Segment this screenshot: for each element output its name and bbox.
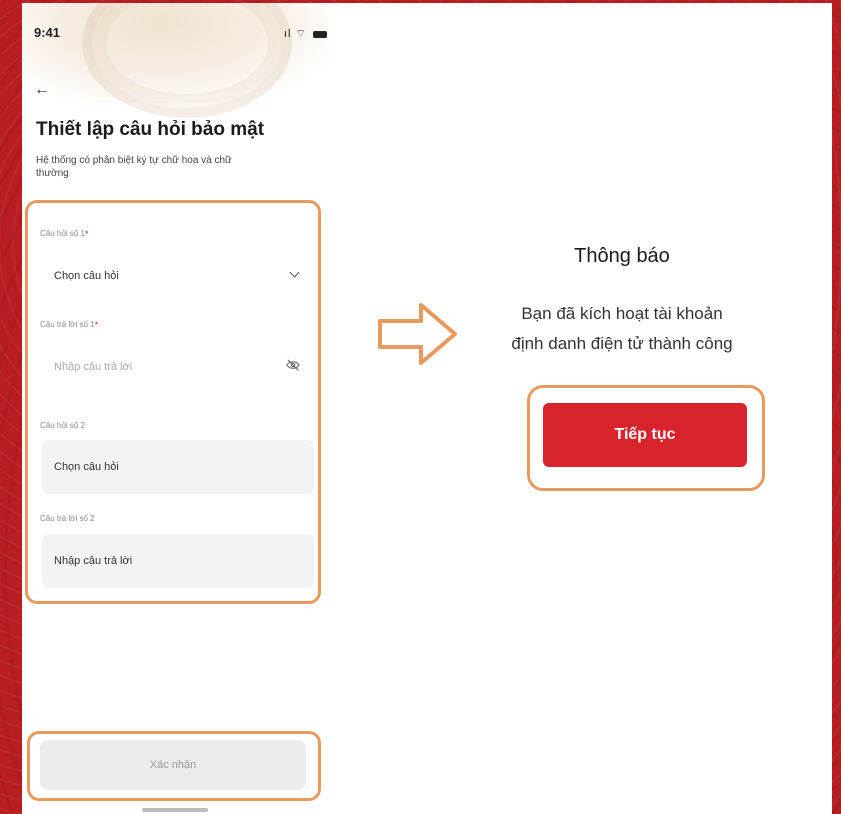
- page-subtitle: Hệ thống có phân biệt ký tự chữ hoa và c…: [36, 155, 232, 179]
- emblem-watermark: [82, 3, 292, 118]
- continue-button[interactable]: Tiếp tục: [543, 403, 747, 467]
- header-banner: [22, 3, 330, 118]
- question-2-label: Câu hỏi số 2: [40, 421, 85, 430]
- home-indicator: [142, 808, 208, 812]
- notice-message: Bạn đã kích hoạt tài khoản định danh điệ…: [472, 299, 772, 359]
- status-icons: ıl ⌔: [284, 27, 327, 41]
- question-1-value: Chọn câu hỏi: [54, 270, 119, 282]
- signal-icon: ıl ⌔: [284, 28, 307, 40]
- required-mark: *: [94, 320, 99, 330]
- question-2-value: Chọn câu hỏi: [54, 461, 119, 473]
- answer-2-input[interactable]: Nhập câu trả lời: [42, 534, 314, 588]
- phone-screen: 9:41 ıl ⌔ ← Thiết lập câu hỏi bảo mật Hệ…: [22, 3, 330, 814]
- answer-1-label: Câu trả lời số 1*: [40, 320, 98, 330]
- status-time: 9:41: [34, 25, 61, 40]
- confirm-button[interactable]: Xác nhận: [40, 740, 306, 790]
- notice-message-line-2: định danh điện tử thành công: [511, 334, 733, 353]
- eye-off-icon[interactable]: [286, 358, 300, 372]
- answer-1-input[interactable]: Nhập câu trả lời: [42, 340, 314, 394]
- question-1-label-text: Câu hỏi số 1: [40, 229, 85, 238]
- chevron-down-icon: [289, 267, 300, 278]
- page-title: Thiết lập câu hỏi bảo mật: [36, 119, 265, 140]
- notice-message-line-1: Bạn đã kích hoạt tài khoản: [521, 304, 723, 323]
- right-arrow-icon: [378, 303, 457, 365]
- answer-1-label-text: Câu trả lời số 1: [40, 320, 95, 329]
- confirm-highlight-box: Xác nhận: [27, 731, 321, 801]
- back-arrow-icon[interactable]: ←: [34, 81, 50, 99]
- answer-1-placeholder: Nhập câu trả lời: [54, 361, 133, 373]
- required-mark: *: [84, 229, 89, 239]
- battery-icon: [312, 30, 327, 38]
- question-1-label: Câu hỏi số 1*: [40, 229, 88, 239]
- question-1-select[interactable]: Chọn câu hỏi: [42, 249, 314, 303]
- canvas: 9:41 ıl ⌔ ← Thiết lập câu hỏi bảo mật Hệ…: [22, 3, 832, 814]
- answer-2-label: Câu trả lời số 2: [40, 514, 95, 523]
- question-2-select[interactable]: Chọn câu hỏi: [42, 440, 314, 494]
- continue-highlight-box: Tiếp tục: [527, 385, 765, 491]
- answer-2-value: Nhập câu trả lời: [54, 555, 133, 567]
- form-highlight-box: Câu hỏi số 1* Chọn câu hỏi Câu trả lời s…: [25, 200, 321, 604]
- notice-title: Thông báo: [574, 245, 670, 267]
